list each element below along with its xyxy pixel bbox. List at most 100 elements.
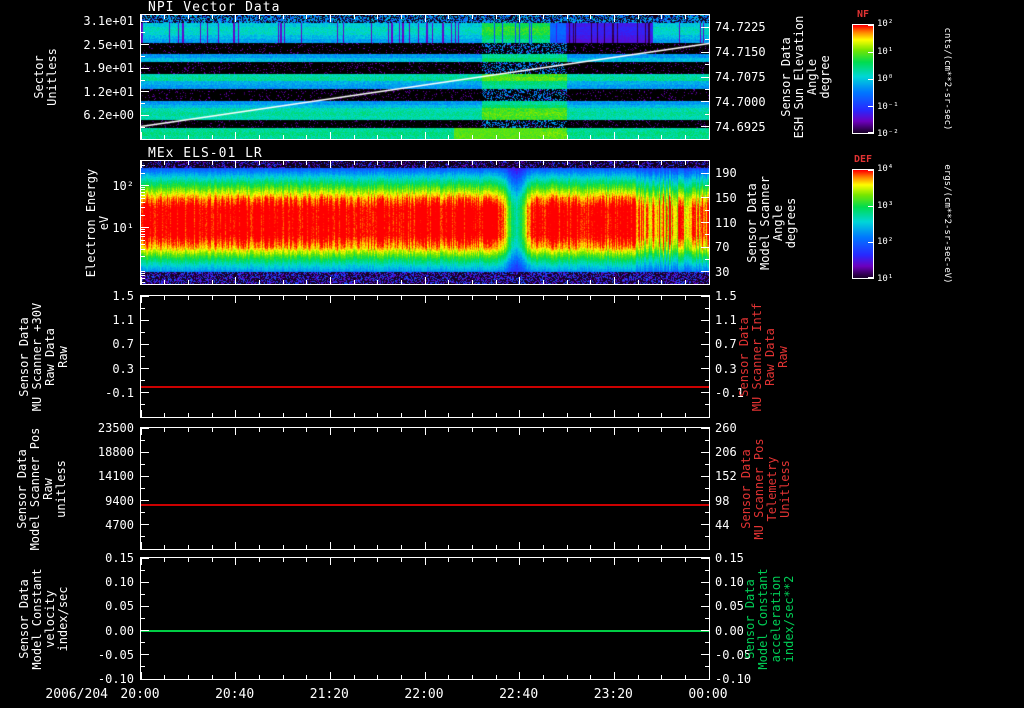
x-tick bbox=[637, 280, 639, 284]
y-tick-label: 1.5 bbox=[112, 289, 134, 303]
y-tick bbox=[701, 605, 709, 607]
y-minor-tick bbox=[705, 331, 709, 333]
y-minor-tick bbox=[705, 64, 709, 66]
x-tick bbox=[164, 135, 166, 139]
y-tick bbox=[141, 451, 149, 453]
panel-npi bbox=[140, 14, 710, 140]
left-axis-title-mu_scanner_30v: Sensor Data MU Scanner +30V Raw Data Raw bbox=[17, 302, 70, 411]
plot-stage: 3.1e+01 2.5e+01 1.9e+01 1.2e+01 6.2e+00 74.72… bbox=[0, 0, 1024, 708]
x-tick bbox=[448, 161, 450, 165]
x-tick bbox=[141, 296, 142, 303]
y-minor-tick bbox=[705, 512, 709, 514]
x-tick bbox=[566, 428, 568, 432]
y-tick-label: 74.7075 bbox=[715, 70, 766, 84]
x-tick bbox=[661, 296, 663, 300]
y-minor-tick bbox=[705, 536, 709, 538]
x-tick bbox=[684, 428, 686, 432]
x-tick bbox=[258, 675, 260, 679]
x-tick bbox=[542, 15, 544, 19]
x-tick bbox=[306, 558, 308, 562]
y-minor-tick bbox=[141, 249, 145, 250]
y-tick-label: 0.3 bbox=[112, 361, 134, 376]
x-tick bbox=[377, 161, 379, 165]
x-tick bbox=[306, 428, 308, 432]
x-tick bbox=[495, 545, 497, 549]
x-tick-label: 20:00 bbox=[120, 687, 160, 702]
x-tick bbox=[613, 132, 615, 139]
y-tick bbox=[701, 630, 709, 632]
x-tick bbox=[471, 161, 473, 165]
x-tick bbox=[400, 545, 402, 549]
y-minor-tick bbox=[141, 488, 145, 489]
x-tick bbox=[542, 280, 544, 284]
x-tick bbox=[613, 428, 615, 435]
colorbar-tick-label: 10⁴ bbox=[877, 164, 894, 174]
y-minor-tick bbox=[141, 79, 145, 81]
x-tick bbox=[684, 296, 686, 300]
x-tick bbox=[542, 558, 544, 562]
x-tick bbox=[377, 558, 379, 562]
x-tick bbox=[211, 545, 213, 549]
data-line-mu_scanner_30v bbox=[141, 385, 709, 388]
y-tick bbox=[701, 500, 709, 502]
x-tick bbox=[424, 428, 426, 435]
x-tick bbox=[661, 558, 663, 562]
x-tick bbox=[519, 132, 521, 139]
y-minor-tick bbox=[705, 185, 709, 187]
y-tick bbox=[701, 428, 709, 429]
x-tick bbox=[329, 428, 331, 435]
x-tick bbox=[637, 161, 639, 165]
y-tick bbox=[141, 475, 149, 477]
colorbar-units-DEF: ergs/(cm**2-sr-sec-eV) bbox=[942, 164, 952, 284]
x-tick bbox=[613, 558, 615, 565]
y-tick bbox=[141, 654, 149, 656]
right-axis-title-els: Sensor Data Model Scanner Angle degrees bbox=[745, 175, 798, 270]
x-tick bbox=[448, 15, 450, 19]
colorbar-tick bbox=[868, 277, 873, 278]
x-tick bbox=[542, 135, 544, 139]
x-tick bbox=[400, 558, 402, 562]
x-tick bbox=[235, 296, 237, 303]
y-minor-tick bbox=[705, 113, 709, 115]
x-tick bbox=[306, 675, 308, 679]
y-tick-label: 260 bbox=[715, 421, 737, 435]
y-tick-label: 74.7225 bbox=[715, 20, 766, 35]
left-axis-title-npi: Sector Unitless bbox=[32, 48, 59, 106]
x-tick bbox=[566, 15, 568, 19]
y-minor-tick bbox=[141, 356, 145, 357]
x-tick bbox=[424, 296, 426, 303]
y-minor-tick bbox=[705, 463, 709, 465]
x-tick bbox=[566, 135, 568, 139]
x-tick bbox=[282, 428, 284, 432]
x-tick bbox=[590, 558, 592, 562]
y-minor-tick bbox=[141, 536, 145, 538]
x-tick bbox=[306, 280, 308, 284]
x-tick bbox=[471, 428, 473, 432]
y-tick bbox=[141, 91, 149, 93]
y-minor-tick bbox=[705, 666, 709, 668]
x-tick bbox=[211, 135, 213, 139]
y-tick bbox=[141, 392, 149, 394]
x-tick bbox=[235, 132, 237, 139]
x-tick bbox=[661, 545, 663, 549]
y-minor-tick bbox=[705, 234, 709, 236]
colorbar-tick bbox=[868, 132, 873, 133]
x-tick bbox=[661, 413, 663, 417]
y-minor-tick bbox=[141, 273, 145, 275]
x-tick bbox=[211, 558, 213, 562]
x-tick bbox=[613, 296, 615, 303]
y-minor-tick bbox=[141, 165, 145, 167]
right-axis-title-mu_scanner_30v: Sensor Data MU Scanner Intf Raw Data Raw bbox=[737, 302, 790, 411]
x-tick bbox=[282, 296, 284, 300]
x-tick bbox=[637, 413, 639, 417]
y-minor-tick bbox=[141, 194, 145, 196]
x-tick bbox=[235, 542, 237, 549]
y-tick-label: 74.7000 bbox=[715, 94, 766, 109]
x-tick bbox=[400, 413, 402, 417]
x-tick bbox=[519, 15, 521, 22]
x-tick bbox=[211, 296, 213, 300]
x-tick bbox=[661, 161, 663, 165]
y-tick-label: 4700 bbox=[105, 517, 134, 532]
x-tick bbox=[329, 672, 331, 679]
x-tick bbox=[519, 296, 521, 303]
